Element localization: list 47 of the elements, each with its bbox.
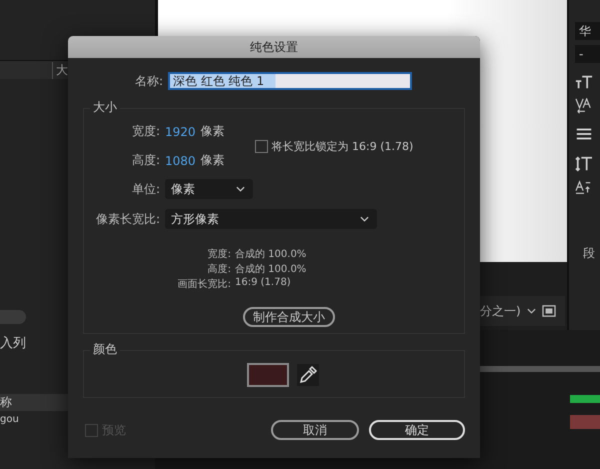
panel-tab[interactable]: 段	[583, 245, 595, 262]
list-item[interactable]: 称	[0, 394, 68, 411]
info-label: 画面长宽比:	[176, 278, 231, 291]
lock-checkbox[interactable]	[254, 140, 268, 152]
chevron-icon[interactable]	[526, 308, 536, 314]
info-label: 宽度:	[206, 248, 231, 261]
field-label: 宽度:	[130, 123, 160, 140]
style-field[interactable]: -	[575, 45, 600, 63]
resolution-dropdown[interactable]: 分之一)	[480, 302, 521, 320]
units-dropdown[interactable]: 像素	[165, 179, 253, 199]
width-value[interactable]: 1920	[165, 124, 196, 138]
panel-label: 入列	[0, 335, 26, 352]
field-label: 像素长宽比:	[94, 210, 160, 228]
monitor-icon[interactable]	[542, 305, 556, 317]
layer-bar	[570, 415, 600, 429]
group-title: 颜色	[90, 341, 120, 358]
field-label: 名称:	[134, 72, 163, 90]
info-label: 高度:	[206, 262, 231, 276]
scroll-bar[interactable]	[0, 310, 26, 324]
name-field[interactable]: 深色 红色 纯色 1	[168, 72, 412, 90]
info-value: 合成的 100.0%	[235, 248, 306, 261]
kerning-icon	[575, 98, 593, 114]
unit-label: 像素	[200, 152, 225, 169]
unit-label: 像素	[200, 123, 225, 140]
font-size-icon	[575, 74, 593, 90]
ok-button[interactable]: 确定	[369, 420, 465, 440]
chevron-icon	[360, 216, 369, 222]
eyedropper-icon[interactable]	[297, 364, 319, 386]
make-comp-size-button[interactable]: 制作合成大小	[243, 307, 335, 327]
info-value: 16:9 (1.78)	[235, 277, 291, 290]
baseline-shift-icon	[575, 180, 593, 196]
align-icon	[575, 126, 593, 142]
vertical-scale-icon	[575, 156, 593, 172]
field-label: 高度:	[130, 152, 160, 169]
field-label: 单位:	[130, 180, 160, 198]
track-bar	[570, 395, 600, 403]
height-value[interactable]: 1080	[165, 154, 196, 168]
color-swatch[interactable]	[247, 363, 289, 387]
info-value: 合成的 100.0%	[235, 262, 306, 276]
pixel-aspect-dropdown[interactable]: 方形像素	[165, 209, 377, 229]
dialog-title: 纯色设置	[250, 38, 298, 56]
group-title: 大小	[90, 99, 120, 116]
checkbox-label: 将长宽比锁定为 16:9 (1.78)	[272, 138, 414, 154]
list-item[interactable]: gou	[0, 414, 19, 425]
cancel-button[interactable]: 取消	[271, 420, 359, 440]
chevron-icon	[236, 186, 245, 192]
font-field[interactable]: 华	[575, 22, 600, 40]
